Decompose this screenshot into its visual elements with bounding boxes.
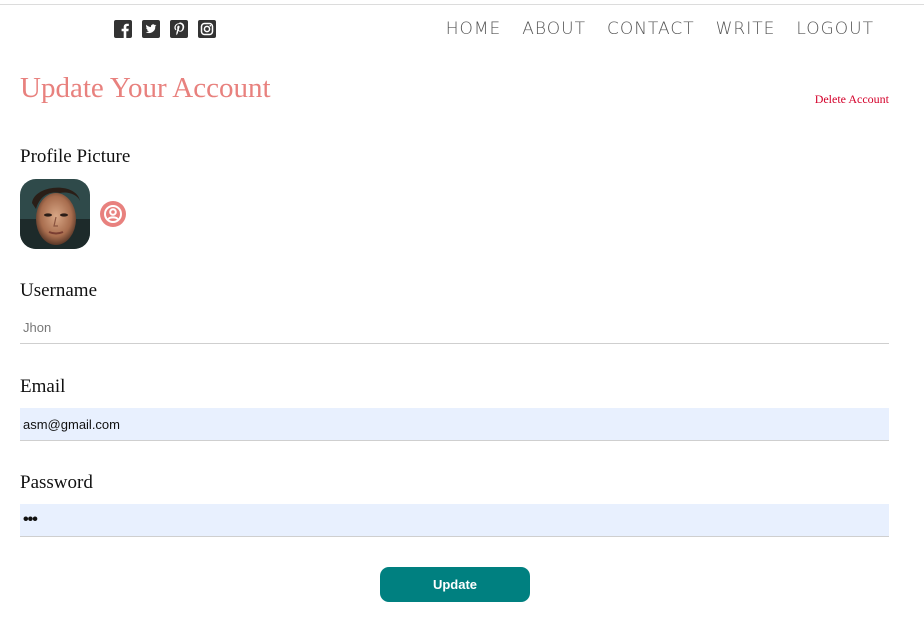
update-button[interactable]: Update xyxy=(380,567,530,602)
email-input[interactable] xyxy=(20,408,889,441)
nav-contact[interactable]: CONTACT xyxy=(607,18,695,40)
password-label: Password xyxy=(20,472,93,493)
password-input[interactable] xyxy=(20,504,889,537)
profile-picture-label: Profile Picture xyxy=(20,146,131,167)
avatar xyxy=(20,179,90,249)
delete-account-link[interactable]: Delete Account xyxy=(815,92,889,107)
pinterest-icon[interactable] xyxy=(170,20,188,38)
username-label: Username xyxy=(20,280,98,301)
page-title: Update Your Account xyxy=(20,72,271,104)
facebook-icon[interactable] xyxy=(114,20,132,38)
top-divider xyxy=(0,4,924,5)
nav-about[interactable]: ABOUT xyxy=(522,18,586,40)
main-nav: HOME ABOUT CONTACT WRITE LOGOUT xyxy=(446,18,874,40)
email-label: Email xyxy=(20,376,66,397)
avatar-photo xyxy=(20,179,90,249)
instagram-icon[interactable] xyxy=(198,20,216,38)
twitter-icon[interactable] xyxy=(142,20,160,38)
nav-write[interactable]: WRITE xyxy=(716,18,776,40)
social-links xyxy=(114,20,216,38)
username-input[interactable] xyxy=(20,311,889,344)
nav-home[interactable]: HOME xyxy=(446,18,502,40)
nav-logout[interactable]: LOGOUT xyxy=(796,18,874,40)
upload-picture-icon[interactable] xyxy=(100,201,126,227)
